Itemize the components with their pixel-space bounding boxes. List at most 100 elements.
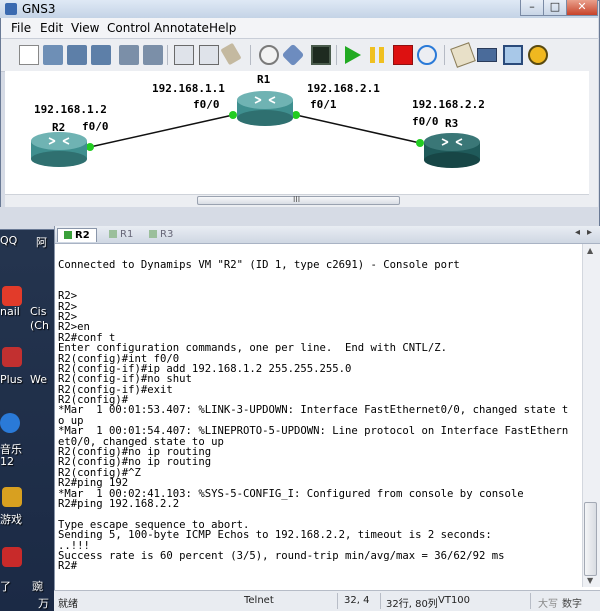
canvas-scroll-thumb[interactable]: III [197,195,400,205]
tab-scroll-left-icon[interactable]: ◂ [575,227,580,238]
status-separator [530,593,531,609]
menu-edit[interactable]: Edit [40,21,63,35]
desktop-icon-app1[interactable] [2,286,54,306]
toolbar-separator [167,45,168,65]
router-r2-icon[interactable] [31,132,87,167]
scroll-up-icon[interactable]: ▲ [587,246,593,255]
import-icon[interactable] [119,45,139,65]
new-file-icon[interactable] [19,45,39,65]
console-line: R2# [58,560,78,573]
console-line: R2>en [58,321,90,334]
r3-ip-label: 192.168.2.2 [412,98,485,111]
terminal-icon[interactable] [311,45,331,65]
connected-icon [64,231,72,239]
console-scroll-thumb[interactable] [584,502,597,576]
status-caps: 大写 [538,599,558,610]
menu-annotate[interactable]: Annotate [154,21,209,35]
app-icon [2,347,22,367]
tab-scroll-right-icon[interactable]: ▸ [587,227,592,238]
link-status-dot [292,111,300,119]
menu-help[interactable]: Help [209,21,236,35]
link-r1-r3[interactable] [295,114,421,144]
status-ready: 就绪 [58,599,78,610]
link-status-dot [229,111,237,119]
scroll-grip: III [293,195,301,204]
insert-picture-icon[interactable] [477,48,497,62]
desktop-icon-12[interactable]: 12 [0,455,52,468]
window-title: GNS3 [22,2,56,16]
status-terminal: VT100 [438,595,471,606]
stop-icon[interactable] [393,45,413,65]
reload-icon[interactable] [417,45,437,65]
capture-icon[interactable] [281,43,305,67]
tab-r2[interactable]: R2 [57,228,97,242]
r1-right-interface-label: f0/1 [310,98,337,111]
console-line: R2#ping 192.168.2.2 [58,497,180,510]
topology-canvas[interactable]: 192.168.1.2 R2 f0/0 192.168.1.1 f0/0 R1 … [5,71,589,194]
console-output[interactable]: Connected to Dynamips VM "R2" (ID 1, typ… [58,260,578,590]
console-line: *Mar 1 00:01:53.407: %LINK-3-UPDOWN: Int… [58,404,569,417]
toolbar-separator [444,45,445,65]
show-hostnames-icon[interactable] [199,45,219,65]
r1-right-ip-label: 192.168.2.1 [307,82,380,95]
r3-interface-label: f0/0 [412,115,439,128]
toolbar [1,39,598,72]
console-window: R2 R1 R3 ◂ ▸ Connected to Dynamips VM "R… [54,226,600,611]
snapshot-icon[interactable] [174,45,194,65]
r2-hostname: R2 [52,121,66,134]
tab-r1[interactable]: R1 [103,228,139,242]
open-folder-icon[interactable] [43,45,63,65]
router-r3-icon[interactable] [424,133,480,168]
status-separator [337,593,338,609]
tab-r3[interactable]: R3 [143,228,179,242]
desktop-icon-app5[interactable] [2,547,54,567]
console-line: Success rate is 60 percent (3/5), round-… [58,549,505,562]
desktop-icon-app3[interactable] [0,413,52,433]
desktop-icon-app4[interactable] [2,487,54,507]
status-num: 数字 [562,599,582,610]
start-icon[interactable] [342,45,362,65]
minimize-button[interactable]: – [520,0,544,16]
eraser-icon[interactable] [220,42,242,66]
link-status-dot [416,139,424,147]
menu-view[interactable]: View [71,21,99,35]
desktop-icon-games[interactable]: 游戏 [0,511,52,527]
menu-control[interactable]: Control [107,21,150,35]
scroll-down-icon[interactable]: ▼ [587,576,593,585]
status-bar: 就绪 Telnet 32, 4 32行, 80列 VT100 大写 数字 [54,590,600,611]
console-line: R2> [58,290,78,303]
menu-file[interactable]: File [11,21,31,35]
save-icon[interactable] [67,45,87,65]
status-cursor: 32, 4 [344,595,370,606]
connected-icon [149,230,157,238]
maximize-button[interactable]: □ [543,0,567,16]
toolbar-separator [250,45,251,65]
draw-rectangle-icon[interactable] [503,45,523,65]
toolbar-separator [336,45,337,65]
draw-ellipse-icon[interactable] [528,45,548,65]
close-button[interactable]: ✕ [566,0,598,16]
save-as-icon[interactable] [91,45,111,65]
pause-icon[interactable] [367,45,387,65]
link-status-dot [86,143,94,151]
r1-hostname: R1 [257,73,271,86]
console-line: Sending 5, 100-byte ICMP Echos to 192.16… [58,529,492,542]
console-all-icon[interactable] [259,45,279,65]
gns3-logo-icon [5,3,17,15]
r2-ip-label: 192.168.1.2 [34,103,107,116]
status-protocol: Telnet [244,595,274,606]
r1-left-interface-label: f0/0 [193,98,220,111]
status-size: 32行, 80列 [386,599,438,610]
console-tab-bar: R2 R1 R3 ◂ ▸ [55,226,600,244]
export-icon[interactable] [143,45,163,65]
canvas-vertical-scrollbar[interactable] [589,71,598,207]
router-r1-icon[interactable] [237,91,293,126]
console-line: Enter configuration commands, one per li… [58,342,448,355]
desktop-icon-app2[interactable] [2,347,54,367]
title-bar[interactable] [0,0,598,18]
link-r2-r1[interactable] [89,114,234,148]
app-icon [2,547,22,567]
add-note-icon[interactable] [450,42,476,68]
connected-icon [109,230,117,238]
